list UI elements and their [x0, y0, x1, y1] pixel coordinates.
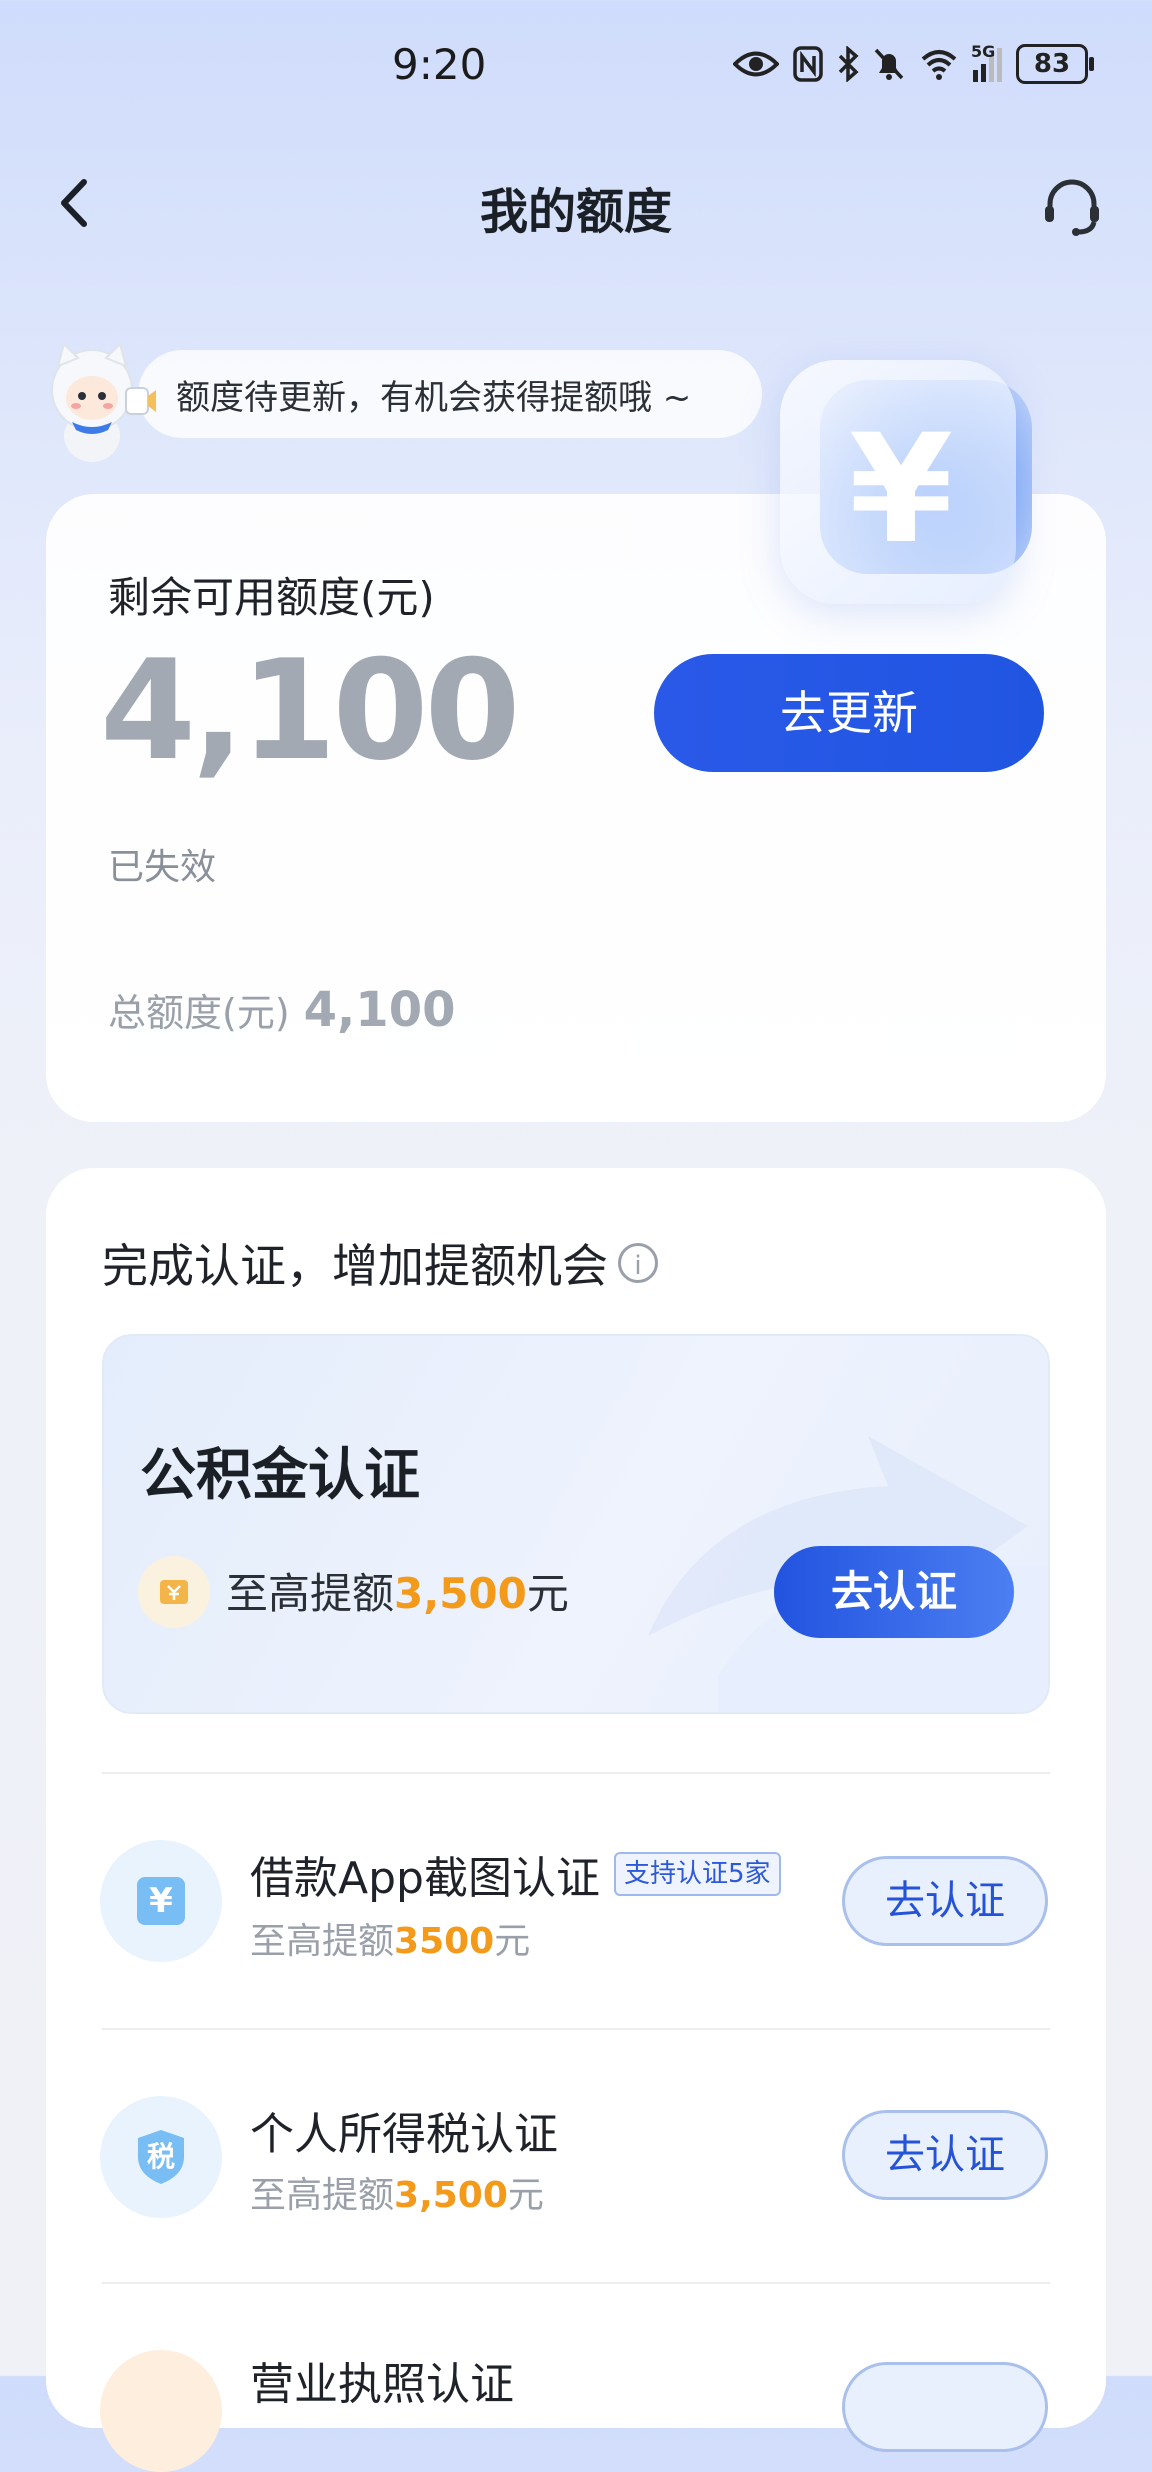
customer-service-button[interactable]	[1038, 172, 1106, 240]
page-title: 我的额度	[479, 184, 672, 240]
wifi-icon	[921, 50, 957, 80]
housing-fund-limit: 至高提额3,500元	[226, 1569, 569, 1618]
yuan-icon: ¥	[848, 403, 954, 577]
certification-title: 完成认证，增加提额机会 i	[102, 1230, 658, 1296]
network-type: 5G	[971, 42, 996, 61]
mute-bell-icon	[874, 48, 904, 80]
total-quota-amount: 4,100	[303, 982, 456, 1038]
nfc-icon	[793, 46, 823, 82]
total-quota-row: 总额度(元) 4,100	[108, 982, 455, 1038]
quota-status: 已失效	[108, 847, 217, 888]
info-icon[interactable]: i	[618, 1243, 658, 1283]
business-license-cert-title: 营业执照认证	[250, 2359, 514, 2410]
signal-icon: 5G	[971, 42, 1002, 82]
status-icons: 5G 83	[733, 42, 1094, 86]
total-quota-label: 总额度(元)	[108, 991, 290, 1035]
tax-shield-icon: 税	[100, 2096, 222, 2218]
update-button[interactable]: 去更新	[654, 654, 1044, 772]
app-screenshot-cert-title: 借款App截图认证 支持认证5家	[250, 1842, 781, 1906]
bluetooth-icon	[838, 46, 859, 82]
divider	[102, 1772, 1050, 1774]
tip-text: 额度待更新，有机会获得提额哦 ~	[176, 378, 692, 418]
housing-fund-panel	[102, 1334, 1050, 1714]
income-tax-cert-limit: 至高提额3,500元	[250, 2175, 544, 2216]
headset-icon	[1045, 179, 1099, 236]
divider	[102, 2282, 1050, 2284]
battery-indicator: 83	[1016, 44, 1094, 84]
housing-fund-title: 公积金认证	[140, 1443, 420, 1508]
mascot-image	[42, 336, 160, 464]
app-screenshot-cert-limit: 至高提额3500元	[250, 1921, 531, 1962]
yuan-icon: ¥	[100, 1840, 222, 1962]
support-tag: 支持认证5家	[613, 1852, 781, 1896]
license-icon	[100, 2350, 222, 2472]
income-tax-certify-button[interactable]: 去认证	[842, 2110, 1048, 2200]
app-screenshot-certify-button[interactable]: 去认证	[842, 1856, 1048, 1946]
available-quota-amount: 4,100	[100, 630, 521, 791]
available-quota-label: 剩余可用额度(元)	[108, 573, 435, 622]
income-tax-cert-title: 个人所得税认证	[250, 2109, 558, 2160]
divider	[102, 2028, 1050, 2030]
arrow-decoration-icon	[648, 1436, 1048, 1712]
certification-title-text: 完成认证，增加提额机会	[102, 1239, 608, 1293]
housing-fund-limit-amount: 3,500	[394, 1569, 527, 1618]
status-time: 9:20	[392, 40, 487, 89]
coin-icon	[138, 1556, 210, 1628]
eye-icon	[733, 51, 779, 77]
housing-fund-certify-button[interactable]: 去认证	[774, 1546, 1014, 1638]
